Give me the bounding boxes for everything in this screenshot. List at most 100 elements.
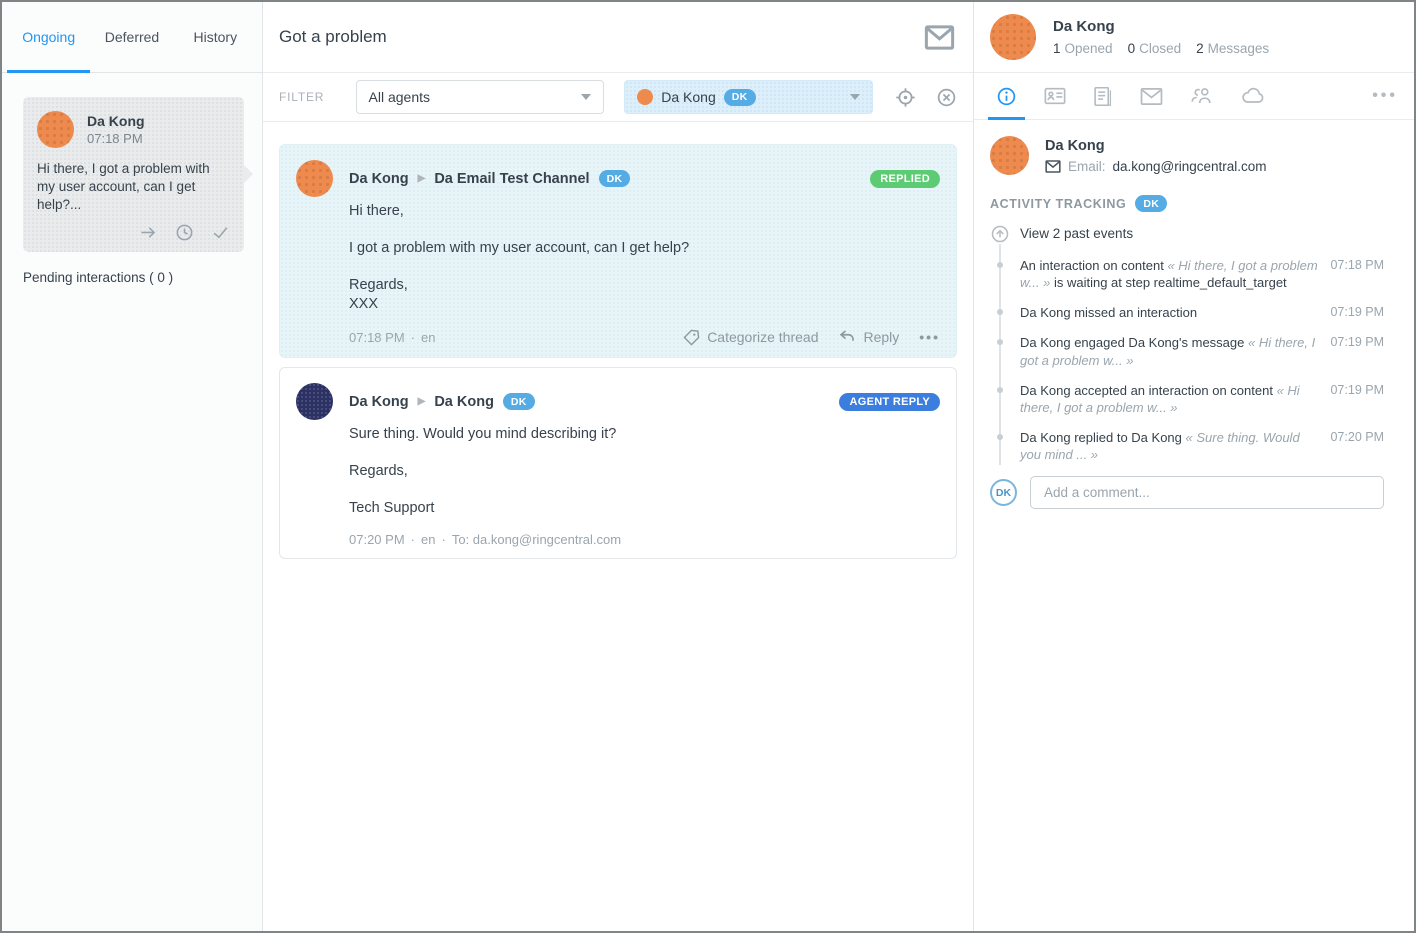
message-line: Regards,: [349, 463, 940, 479]
tab-notes-icon[interactable]: [1093, 73, 1113, 119]
tag-icon: [683, 329, 700, 346]
opened-label: Opened: [1065, 41, 1113, 56]
categorize-thread-button[interactable]: Categorize thread: [683, 329, 818, 346]
clear-filter-icon[interactable]: [936, 87, 957, 108]
activity-event: An interaction on content « Hi there, I …: [1020, 257, 1384, 291]
activity-tracking-title: ACTIVITY TRACKING: [990, 197, 1126, 211]
tab-history[interactable]: History: [174, 2, 257, 72]
selected-card-notch: [244, 165, 253, 183]
target-icon[interactable]: [895, 87, 916, 108]
assignee-filter-dropdown[interactable]: Da Kong DK: [624, 80, 873, 114]
agents-filter-dropdown[interactable]: All agents: [356, 80, 605, 114]
envelope-icon: [1045, 160, 1061, 173]
status-badge: REPLIED: [870, 170, 940, 188]
reply-button[interactable]: Reply: [838, 328, 899, 346]
avatar: [990, 14, 1036, 60]
activity-event: Da Kong engaged Da Kong's message « Hi t…: [1020, 334, 1384, 368]
message-preview: Hi there, I got a problem with my user a…: [37, 160, 230, 215]
message-author: Da Kong: [349, 171, 409, 187]
panel-more-options-icon[interactable]: •••: [1372, 87, 1398, 105]
agent-badge: DK: [599, 170, 631, 187]
agent-message-card[interactable]: Da Kong ▶ Da Kong DK AGENT REPLY Sure th…: [279, 367, 957, 559]
chevron-right-icon: ▶: [418, 173, 426, 184]
view-past-events-label: View 2 past events: [1020, 226, 1133, 241]
avatar: [637, 89, 653, 105]
agent-badge: DK: [1135, 195, 1167, 212]
message-body: Hi there, I got a problem with my user a…: [349, 203, 940, 312]
message-author: Da Kong: [349, 394, 409, 410]
dot-separator: ·: [441, 532, 445, 547]
reply-label: Reply: [863, 329, 899, 345]
agents-filter-value: All agents: [369, 89, 430, 105]
chevron-right-icon: ▶: [418, 396, 426, 407]
customer-stats: 1Opened 0Closed 2Messages: [1053, 41, 1269, 56]
customer-message-card[interactable]: Da Kong ▶ Da Email Test Channel DK REPLI…: [279, 144, 957, 358]
message-line: Hi there,: [349, 203, 940, 219]
commenter-avatar: DK: [990, 479, 1017, 506]
arrow-up-circle-icon: [990, 224, 1010, 244]
message-recipient: Da Email Test Channel: [434, 171, 589, 187]
interactions-sidebar: Ongoing Deferred History Da Kong 07:18 P…: [2, 2, 263, 931]
filter-bar: FILTER All agents Da Kong DK: [263, 73, 973, 122]
tab-messages-icon[interactable]: [1140, 73, 1163, 119]
agent-badge: DK: [724, 89, 756, 106]
avatar: [296, 160, 333, 197]
email-channel-icon: [924, 25, 955, 50]
agent-badge: DK: [503, 393, 535, 410]
defer-clock-icon[interactable]: [175, 223, 194, 242]
chevron-down-icon: [581, 94, 591, 100]
dot-separator: ·: [411, 330, 415, 345]
message-lang: en: [421, 330, 435, 345]
event-time: 07:19 PM: [1330, 334, 1384, 368]
activity-event: Da Kong accepted an interaction on conte…: [1020, 382, 1384, 416]
message-line: I got a problem with my user account, ca…: [349, 240, 940, 256]
tab-cloud-icon[interactable]: [1241, 73, 1265, 119]
email-value: da.kong@ringcentral.com: [1113, 159, 1267, 174]
app-window: Ongoing Deferred History Da Kong 07:18 P…: [0, 0, 1416, 933]
avatar: [37, 111, 74, 148]
event-time: 07:18 PM: [1330, 257, 1384, 291]
chevron-down-icon: [850, 94, 860, 100]
assignee-name: Da Kong: [661, 89, 715, 105]
reply-arrow-icon: [838, 328, 856, 346]
dot-separator: ·: [411, 532, 415, 547]
interaction-time: 07:18 PM: [87, 131, 145, 146]
tab-deferred[interactable]: Deferred: [90, 2, 173, 72]
status-badge: AGENT REPLY: [839, 393, 940, 411]
message-line: XXX: [349, 296, 940, 312]
message-time: 07:18 PM: [349, 330, 405, 345]
message-lang: en: [421, 532, 435, 547]
message-line: Tech Support: [349, 500, 940, 516]
more-options-icon[interactable]: •••: [919, 329, 940, 345]
tab-info-icon[interactable]: [996, 73, 1017, 119]
opened-count: 1: [1053, 41, 1061, 56]
avatar: [296, 383, 333, 420]
closed-label: Closed: [1139, 41, 1181, 56]
message-body: Sure thing. Would you mind describing it…: [349, 426, 940, 516]
activity-timeline: View 2 past events An interaction on con…: [990, 226, 1384, 463]
customer-name: Da Kong: [87, 113, 145, 129]
activity-event: Da Kong replied to Da Kong « Sure thing.…: [1020, 429, 1384, 463]
message-line: Sure thing. Would you mind describing it…: [349, 426, 940, 442]
avatar: [990, 136, 1029, 175]
tab-ongoing[interactable]: Ongoing: [7, 2, 90, 72]
tab-contact-card-icon[interactable]: [1044, 73, 1066, 119]
panel-info-content: Da Kong Email: da.kong@ringcentral.com A…: [974, 120, 1414, 931]
tab-people-icon[interactable]: [1190, 73, 1214, 119]
event-time: 07:20 PM: [1330, 429, 1384, 463]
view-past-events-button[interactable]: View 2 past events: [1020, 226, 1384, 241]
message-thread: Da Kong ▶ Da Email Test Channel DK REPLI…: [263, 122, 973, 931]
thread-title: Got a problem: [279, 27, 387, 47]
transfer-icon[interactable]: [139, 223, 158, 242]
resolve-check-icon[interactable]: [211, 223, 230, 242]
profile-name: Da Kong: [1045, 138, 1267, 154]
add-comment-input[interactable]: [1030, 476, 1384, 509]
categorize-label: Categorize thread: [707, 329, 818, 345]
message-time: 07:20 PM: [349, 532, 405, 547]
closed-count: 0: [1128, 41, 1136, 56]
pending-interactions-label[interactable]: Pending interactions ( 0 ): [23, 270, 262, 285]
sidebar-tabs: Ongoing Deferred History: [2, 2, 262, 73]
interaction-list-item[interactable]: Da Kong 07:18 PM Hi there, I got a probl…: [23, 97, 244, 252]
message-recipient: Da Kong: [434, 394, 494, 410]
activity-event: Da Kong missed an interaction 07:19 PM: [1020, 304, 1384, 321]
